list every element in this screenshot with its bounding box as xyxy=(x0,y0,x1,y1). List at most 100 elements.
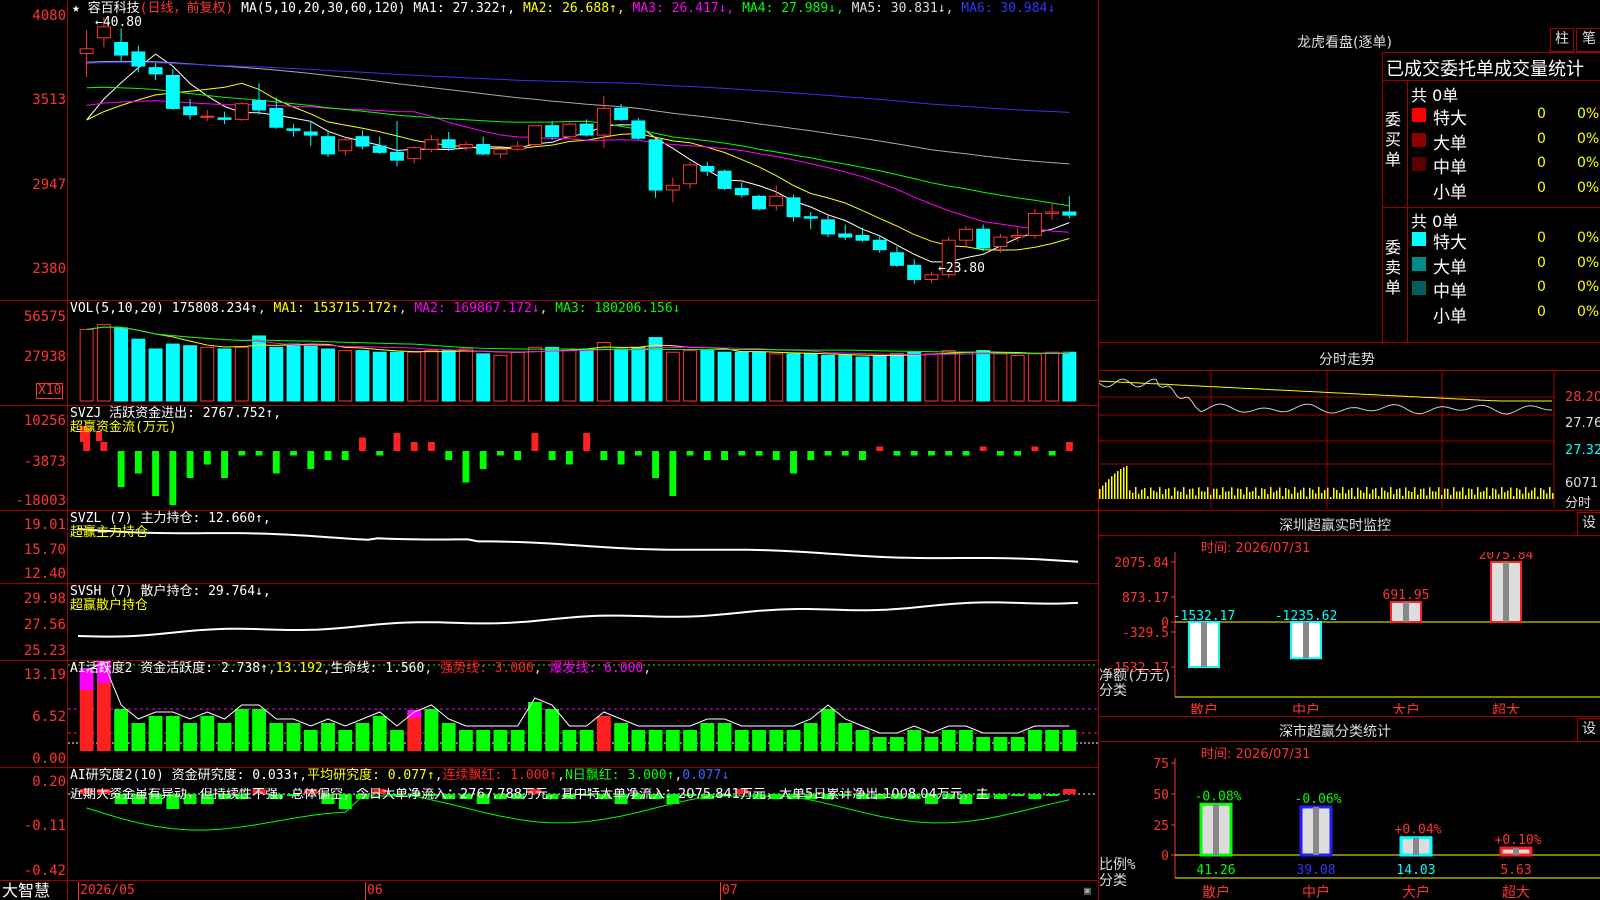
activity-bar xyxy=(803,723,818,751)
svzj-ytick: -18003 xyxy=(15,493,66,509)
main-ytick: 4080 xyxy=(32,8,66,24)
candle-body xyxy=(338,139,353,152)
volume-bar xyxy=(1010,354,1025,402)
volume-chart[interactable] xyxy=(68,301,1098,405)
candle-body xyxy=(545,125,560,138)
intraday-volume-bar xyxy=(1207,487,1209,499)
flow-bar xyxy=(376,451,384,456)
flow-bar xyxy=(393,433,401,451)
legend-swatch xyxy=(1412,108,1426,122)
flow-bar xyxy=(738,451,746,456)
star-icon[interactable]: ★ xyxy=(72,1,80,16)
activity-bar xyxy=(872,737,887,751)
date-tick xyxy=(365,882,366,900)
flow-bar xyxy=(721,451,728,460)
intraday-volume-bar xyxy=(1276,490,1278,499)
volume-bar xyxy=(372,351,387,402)
date-label: 06 xyxy=(367,883,383,898)
intraday-volume-bar xyxy=(1474,494,1476,499)
svzj-chart[interactable] xyxy=(68,406,1098,510)
candle-body xyxy=(148,67,163,75)
candle-body xyxy=(217,117,232,120)
intraday-volume-bar xyxy=(1372,489,1374,499)
activity-bar xyxy=(338,730,353,751)
activity-bar xyxy=(941,730,956,751)
intraday-volume-bar xyxy=(1225,491,1227,499)
volume-bar xyxy=(286,343,301,402)
brand-logo[interactable]: 大智慧 xyxy=(2,882,50,900)
classify-value: 14.03 xyxy=(1396,863,1435,878)
ai2-chart[interactable] xyxy=(68,768,1098,880)
intraday-volume-bar xyxy=(1153,490,1155,499)
candle-body xyxy=(493,148,508,155)
ma-line xyxy=(86,82,1070,251)
activity-bar xyxy=(286,723,301,751)
intraday-volume-bar xyxy=(1210,494,1212,499)
intraday-volume-bar xyxy=(1132,492,1134,499)
volume-bar xyxy=(165,343,180,402)
intraday-volume-bar xyxy=(1450,494,1452,499)
tick-view-button[interactable]: 笔 xyxy=(1576,28,1600,52)
ratio-bar-chart[interactable]: 75 50 25 0 -0.08% 41.26 散户 -0.06% 39.08 中户 +0.04% 1… xyxy=(1099,758,1600,900)
volume-bar xyxy=(958,351,973,402)
activity-bar xyxy=(200,716,215,751)
candle-body xyxy=(838,233,853,238)
intraday-volume-bar xyxy=(1498,494,1500,499)
intraday-volume-bar xyxy=(1117,470,1119,499)
monitor-bar-shade xyxy=(1503,562,1509,622)
order-percent: 0% xyxy=(1577,106,1600,122)
volume-bar xyxy=(907,351,922,402)
intraday-volume-bar xyxy=(1273,492,1275,499)
intraday-volume-bar xyxy=(1483,490,1485,499)
intraday-volume-bar xyxy=(1552,493,1554,499)
volume-bar xyxy=(114,327,129,402)
intraday-volume-bar xyxy=(1531,490,1533,499)
intraday-volume-bar xyxy=(1447,488,1449,499)
intraday-volume-bar xyxy=(1321,493,1323,499)
activity-bar xyxy=(528,702,542,751)
flow-bar xyxy=(652,451,660,478)
intraday-top-divider xyxy=(1099,342,1600,343)
svzl-subtitle: 超赢主力持仓 xyxy=(70,525,149,540)
net-flow-bar-chart[interactable]: 2075.84873.170-329.5-1532.17-1532.17散户-1… xyxy=(1099,552,1600,714)
low-note: ←23.80 xyxy=(938,261,985,276)
monitor-settings-button[interactable]: 设 xyxy=(1577,512,1600,536)
order-count: 0 xyxy=(1537,303,1546,320)
svsh-title: SVSH (7) 散户持仓: 29.764↓, xyxy=(70,584,271,599)
volume-bar xyxy=(993,353,1008,402)
order-type: 中单 xyxy=(1433,282,1467,302)
dragon-row-divider xyxy=(1382,80,1600,81)
activity-bar xyxy=(407,716,422,751)
candle-body xyxy=(786,197,801,218)
classify-ytick: 0 xyxy=(1161,849,1169,864)
legend-swatch xyxy=(1412,132,1426,147)
intraday-volume-bar xyxy=(1513,496,1515,499)
candle-body xyxy=(958,228,973,241)
column-view-button[interactable]: 柱 xyxy=(1550,28,1574,52)
classify-bar xyxy=(1199,802,1233,857)
intraday-volume-bar xyxy=(1495,489,1497,499)
volume-bar xyxy=(355,350,370,402)
candlestick-chart[interactable] xyxy=(68,0,1098,300)
intraday-volume-bar xyxy=(1438,487,1440,499)
intraday-chart[interactable] xyxy=(1099,371,1600,509)
order-count: 0 xyxy=(1537,130,1546,147)
flow-bar xyxy=(634,451,642,456)
intraday-volume-bar xyxy=(1267,494,1269,499)
ma-value: MA5: 30.831↓, xyxy=(851,1,962,16)
divider-bottom xyxy=(0,880,1098,881)
lock-icon[interactable]: ▣ xyxy=(1084,884,1091,898)
svzl-title: SVZL (7) 主力持仓: 12.660↑, xyxy=(70,511,271,526)
activity-bar-top xyxy=(407,710,422,718)
flow-bar xyxy=(410,442,418,451)
candle-body xyxy=(596,107,611,136)
high-note: ←40.80 xyxy=(95,15,142,30)
vol-unit: X10 xyxy=(36,383,64,399)
flow-bar xyxy=(221,451,228,478)
classify-settings-button[interactable]: 设 xyxy=(1577,718,1600,742)
flow-bar xyxy=(996,451,1004,456)
ai1-chart[interactable] xyxy=(68,661,1098,767)
volume-bar xyxy=(458,348,473,402)
ma-line xyxy=(86,100,1070,233)
classify-value: 5.63 xyxy=(1500,863,1531,878)
